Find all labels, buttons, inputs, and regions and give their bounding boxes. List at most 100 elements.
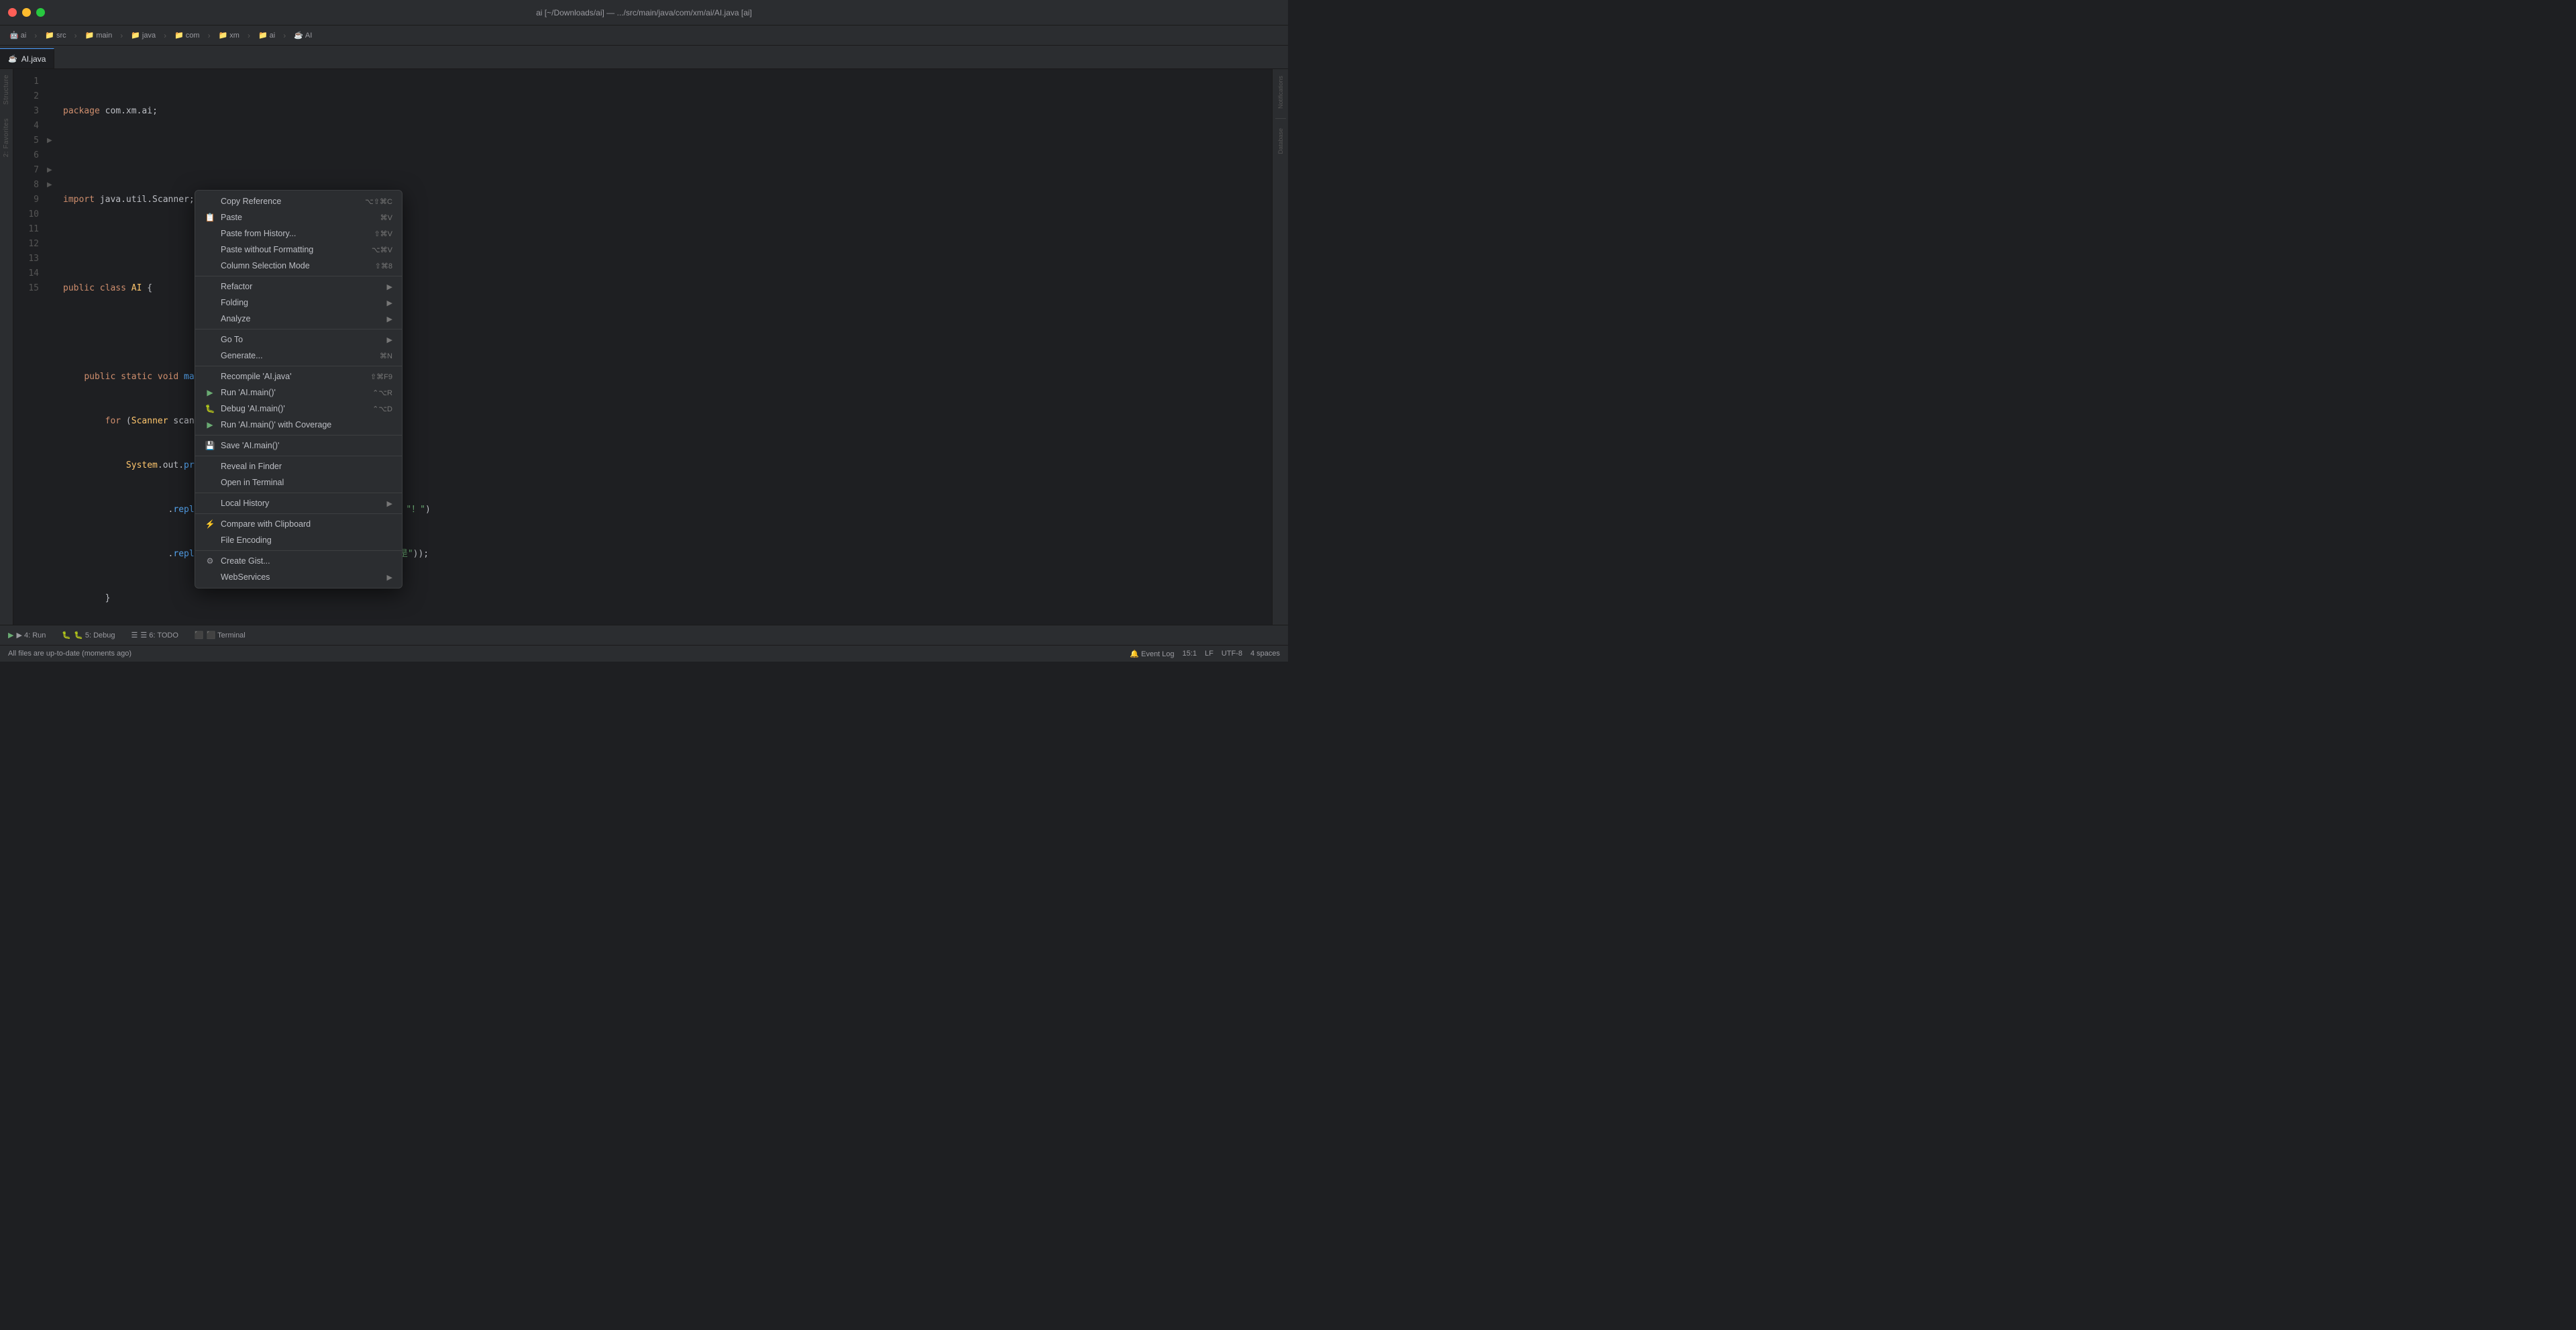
menu-item-file-encoding[interactable]: File Encoding xyxy=(195,532,402,548)
statusbar-left: All files are up-to-date (moments ago) xyxy=(8,650,131,658)
nav-item-src[interactable]: 📁 src xyxy=(41,30,70,41)
nav-item-ai[interactable]: 🤖 ai xyxy=(5,30,30,41)
right-sidebar: Notifications Database xyxy=(1272,69,1288,625)
menu-item-generate[interactable]: Generate... ⌘N xyxy=(195,348,402,364)
indent-setting[interactable]: 4 spaces xyxy=(1250,650,1280,658)
favorites-panel-label[interactable]: 2: Favorites xyxy=(3,118,10,157)
nav-label: xm xyxy=(229,32,239,40)
tab-label: AI.java xyxy=(21,54,46,64)
nav-item-ai2[interactable]: 📁 ai xyxy=(254,30,279,41)
goto-arrow: ▶ xyxy=(387,336,392,344)
folder-icon: 📁 xyxy=(174,31,184,40)
nav-item-com[interactable]: 📁 com xyxy=(170,30,203,41)
todo-icon: ☰ xyxy=(131,631,138,640)
menu-item-goto[interactable]: Go To ▶ xyxy=(195,331,402,348)
menu-label: Local History xyxy=(221,499,269,508)
tab-java-icon: ☕ xyxy=(8,54,17,63)
menu-item-column-selection[interactable]: Column Selection Mode ⇧⌘8 xyxy=(195,258,402,274)
nav-label: ai xyxy=(21,32,27,40)
menu-label: Folding xyxy=(221,298,248,307)
menu-item-folding[interactable]: Folding ▶ xyxy=(195,295,402,311)
folding-arrow: ▶ xyxy=(387,299,392,307)
folder-icon: 📁 xyxy=(219,31,228,40)
maximize-button[interactable] xyxy=(36,8,45,17)
menu-item-local-history[interactable]: Local History ▶ xyxy=(195,495,402,511)
menu-item-paste-no-format[interactable]: Paste without Formatting ⌥⌘V xyxy=(195,242,402,258)
menu-item-recompile[interactable]: Recompile 'AI.java' ⇧⌘F9 xyxy=(195,368,402,385)
menu-divider-7 xyxy=(195,513,402,514)
file-encoding-status[interactable]: UTF-8 xyxy=(1222,650,1242,658)
menu-item-create-gist[interactable]: ⚙ Create Gist... xyxy=(195,553,402,569)
run-shortcut: ⌃⌥R xyxy=(372,389,392,397)
debug-icon: 🐛 xyxy=(205,404,215,413)
notifications-button[interactable]: Notifications xyxy=(1276,73,1285,111)
menu-item-paste[interactable]: 📋 Paste ⌘V xyxy=(195,209,402,225)
compare-clipboard-icon: ⚡ xyxy=(205,519,215,529)
menu-item-reveal-finder[interactable]: Reveal in Finder xyxy=(195,458,402,474)
nav-item-xm[interactable]: 📁 xm xyxy=(215,30,244,41)
recompile-shortcut: ⇧⌘F9 xyxy=(370,372,392,381)
run-icon: ▶ xyxy=(205,388,215,397)
debug-button[interactable]: 🐛 🐛 5: Debug xyxy=(59,629,117,641)
todo-label: ☰ 6: TODO xyxy=(140,631,178,640)
menu-item-copy-reference[interactable]: Copy Reference ⌥⇧⌘C xyxy=(195,193,402,209)
menu-label: Paste from History... xyxy=(221,229,296,238)
close-button[interactable] xyxy=(8,8,17,17)
folder-icon: 📁 xyxy=(258,31,268,40)
nav-item-AI[interactable]: ☕ AI xyxy=(290,30,316,41)
menu-item-open-terminal[interactable]: Open in Terminal xyxy=(195,474,402,491)
context-menu: Copy Reference ⌥⇧⌘C 📋 Paste ⌘V Paste fro… xyxy=(195,190,402,589)
menu-item-compare-clipboard[interactable]: ⚡ Compare with Clipboard xyxy=(195,516,402,532)
debug-shortcut: ⌃⌥D xyxy=(372,405,392,413)
titlebar: ai [~/Downloads/ai] — .../src/main/java/… xyxy=(0,0,1288,25)
menu-label: Paste xyxy=(221,213,242,222)
tab-AI-java[interactable]: ☕ AI.java xyxy=(0,48,54,68)
structure-panel-label[interactable]: Structure xyxy=(3,74,10,105)
nav-label: com xyxy=(186,32,200,40)
local-history-arrow: ▶ xyxy=(387,499,392,508)
menu-item-run[interactable]: ▶ Run 'AI.main()' ⌃⌥R xyxy=(195,385,402,401)
menu-item-analyze[interactable]: Analyze ▶ xyxy=(195,311,402,327)
nav-item-java[interactable]: 📁 java xyxy=(127,30,160,41)
statusbar: All files are up-to-date (moments ago) 🔔… xyxy=(0,645,1288,662)
window-controls xyxy=(8,8,45,17)
todo-button[interactable]: ☰ ☰ 6: TODO xyxy=(129,629,181,641)
cursor-position[interactable]: 15:1 xyxy=(1183,650,1197,658)
java-icon: ☕ xyxy=(294,31,303,40)
run-label: ▶ 4: Run xyxy=(16,631,46,640)
folder-icon: 📁 xyxy=(131,31,140,40)
editor-area[interactable]: 1 2 3 4 5 6 7 8 9 10 11 12 13 14 15 xyxy=(13,69,1272,625)
run-button[interactable]: ▶ ▶ 4: Run xyxy=(5,629,48,641)
terminal-icon: ⬛ xyxy=(195,631,204,640)
menu-label: Run 'AI.main()' with Coverage xyxy=(221,420,331,429)
far-left-panel: Structure 2: Favorites xyxy=(0,69,13,625)
menu-label: File Encoding xyxy=(221,535,272,545)
statusbar-right: 🔔 Event Log 15:1 LF UTF-8 4 spaces xyxy=(1130,650,1280,658)
menu-label: Compare with Clipboard xyxy=(221,519,311,529)
status-event-log[interactable]: 🔔 Event Log xyxy=(1130,650,1174,658)
nav-item-main[interactable]: 📁 main xyxy=(81,30,117,41)
folder-icon: 📁 xyxy=(85,31,95,40)
generate-shortcut: ⌘N xyxy=(380,352,392,360)
menu-item-paste-history[interactable]: Paste from History... ⇧⌘V xyxy=(195,225,402,242)
terminal-button[interactable]: ⬛ ⬛ Terminal xyxy=(192,629,248,641)
line-ending[interactable]: LF xyxy=(1205,650,1214,658)
debug-icon: 🐛 xyxy=(62,631,71,640)
menu-label: Go To xyxy=(221,335,243,344)
menu-label: Copy Reference xyxy=(221,197,281,206)
menu-item-refactor[interactable]: Refactor ▶ xyxy=(195,278,402,295)
menu-label: Reveal in Finder xyxy=(221,462,282,471)
menu-item-debug[interactable]: 🐛 Debug 'AI.main()' ⌃⌥D xyxy=(195,401,402,417)
fold-gutter: ▶ ▶ ▶ xyxy=(47,69,58,625)
database-button[interactable]: Database xyxy=(1276,125,1285,157)
paste-icon: 📋 xyxy=(205,213,215,222)
status-message: All files are up-to-date (moments ago) xyxy=(8,650,131,658)
menu-item-run-coverage[interactable]: ▶ Run 'AI.main()' with Coverage xyxy=(195,417,402,433)
analyze-arrow: ▶ xyxy=(387,315,392,323)
menu-label: Create Gist... xyxy=(221,556,270,566)
minimize-button[interactable] xyxy=(22,8,31,17)
menu-item-save[interactable]: 💾 Save 'AI.main()' xyxy=(195,438,402,454)
menu-label: Open in Terminal xyxy=(221,478,284,487)
create-gist-icon: ⚙ xyxy=(205,556,215,566)
menu-item-webservices[interactable]: WebServices ▶ xyxy=(195,569,402,585)
